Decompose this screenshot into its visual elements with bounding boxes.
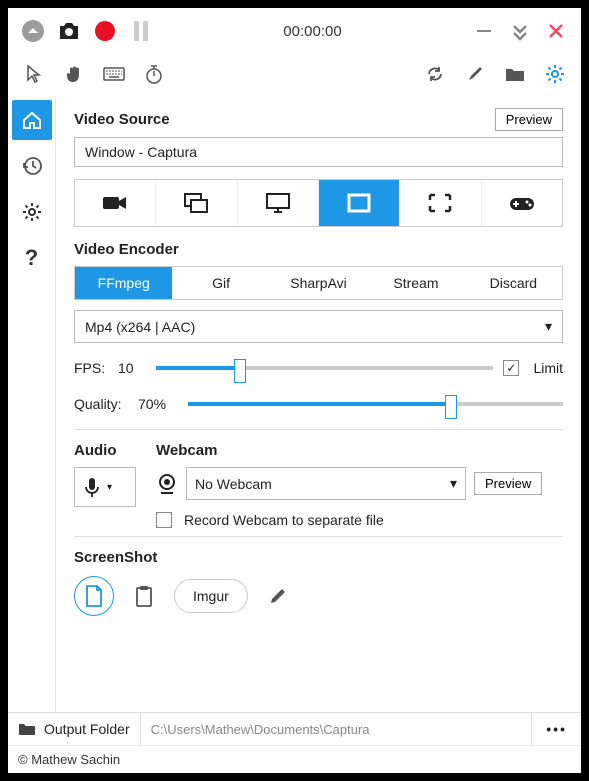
fps-slider[interactable] xyxy=(156,357,493,379)
minimize-button[interactable] xyxy=(469,16,499,46)
cursor-tool[interactable] xyxy=(18,58,50,90)
close-button[interactable] xyxy=(541,16,571,46)
footer: Output Folder C:\Users\Mathew\Documents\… xyxy=(8,712,581,745)
fps-value: 10 xyxy=(118,360,146,376)
codec-dropdown[interactable]: Mp4 (x264 | AAC) ▾ xyxy=(74,310,563,343)
webcam-separate-checkbox[interactable] xyxy=(156,512,172,528)
record-icon xyxy=(95,21,115,41)
expand-button[interactable] xyxy=(505,16,535,46)
encoder-tab-stream[interactable]: Stream xyxy=(367,267,464,299)
pause-button[interactable] xyxy=(126,16,156,46)
limit-label: Limit xyxy=(533,360,563,376)
timer-display: 00:00:00 xyxy=(162,23,463,40)
encoder-title: Video Encoder xyxy=(74,241,563,258)
webcam-title: Webcam xyxy=(156,442,563,459)
screenshot-imgur-button[interactable]: Imgur xyxy=(174,579,248,613)
tab-home[interactable] xyxy=(12,100,52,140)
video-source-selected[interactable]: Window - Captura xyxy=(74,137,563,167)
encoder-tabs: FFmpeg Gif SharpAvi Stream Discard xyxy=(74,266,563,300)
tab-help[interactable]: ? xyxy=(12,238,52,278)
webcam-value: No Webcam xyxy=(195,476,272,492)
screenshot-edit-button[interactable] xyxy=(262,580,294,612)
source-monitor[interactable] xyxy=(238,180,319,226)
audio-title: Audio xyxy=(74,442,136,459)
output-folder-button[interactable]: Output Folder xyxy=(8,713,141,745)
codec-value: Mp4 (x264 | AAC) xyxy=(85,319,195,335)
video-source-title: Video Source xyxy=(74,111,170,128)
titlebar: 00:00:00 xyxy=(8,8,581,54)
chevron-down-icon: ▾ xyxy=(450,475,457,492)
encoder-tab-sharpavi[interactable]: SharpAvi xyxy=(270,267,367,299)
side-tabs: ? xyxy=(8,98,56,712)
source-window[interactable] xyxy=(319,180,400,226)
settings-button[interactable] xyxy=(539,58,571,90)
quality-label: Quality: xyxy=(74,396,128,412)
encoder-tab-discard[interactable]: Discard xyxy=(465,267,562,299)
encoder-tab-gif[interactable]: Gif xyxy=(172,267,269,299)
refresh-button[interactable] xyxy=(419,58,451,90)
quality-slider[interactable] xyxy=(188,393,563,415)
source-region[interactable] xyxy=(400,180,481,226)
screenshot-disk-button[interactable] xyxy=(74,576,114,616)
mic-icon xyxy=(83,476,101,498)
output-more-button[interactable]: ••• xyxy=(531,713,581,745)
source-mode-buttons xyxy=(74,179,563,227)
encoder-tab-ffmpeg[interactable]: FFmpeg xyxy=(75,267,172,299)
preview-button[interactable]: Preview xyxy=(495,108,563,131)
hand-tool[interactable] xyxy=(58,58,90,90)
folder-button[interactable] xyxy=(499,58,531,90)
main-content: Video Source Preview Window - Captura xyxy=(56,98,581,712)
keyboard-tool[interactable] xyxy=(98,58,130,90)
webcam-icon xyxy=(156,473,178,495)
copyright: © Mathew Sachin xyxy=(8,745,581,773)
screenshot-title: ScreenShot xyxy=(74,549,563,566)
webcam-dropdown[interactable]: No Webcam ▾ xyxy=(186,467,466,500)
folder-icon xyxy=(18,722,36,736)
toolbar xyxy=(8,54,581,98)
output-path[interactable]: C:\Users\Mathew\Documents\Captura xyxy=(141,714,532,745)
camera-button[interactable] xyxy=(54,16,84,46)
source-camera[interactable] xyxy=(75,180,156,226)
tab-history[interactable] xyxy=(12,146,52,186)
output-folder-label: Output Folder xyxy=(44,721,130,737)
audio-source-dropdown[interactable]: ▾ xyxy=(74,467,136,507)
webcam-preview-button[interactable]: Preview xyxy=(474,472,542,495)
webcam-separate-label: Record Webcam to separate file xyxy=(184,512,384,528)
screenshot-clipboard-button[interactable] xyxy=(128,580,160,612)
up-button[interactable] xyxy=(18,16,48,46)
source-windows[interactable] xyxy=(156,180,237,226)
source-game[interactable] xyxy=(482,180,562,226)
brush-button[interactable] xyxy=(459,58,491,90)
tab-settings[interactable] xyxy=(12,192,52,232)
chevron-down-icon: ▾ xyxy=(545,318,552,335)
limit-checkbox[interactable] xyxy=(503,360,519,376)
chevron-down-icon: ▾ xyxy=(107,482,112,493)
fps-label: FPS: xyxy=(74,360,108,376)
quality-value: 70% xyxy=(138,396,178,412)
record-button[interactable] xyxy=(90,16,120,46)
stopwatch-tool[interactable] xyxy=(138,58,170,90)
